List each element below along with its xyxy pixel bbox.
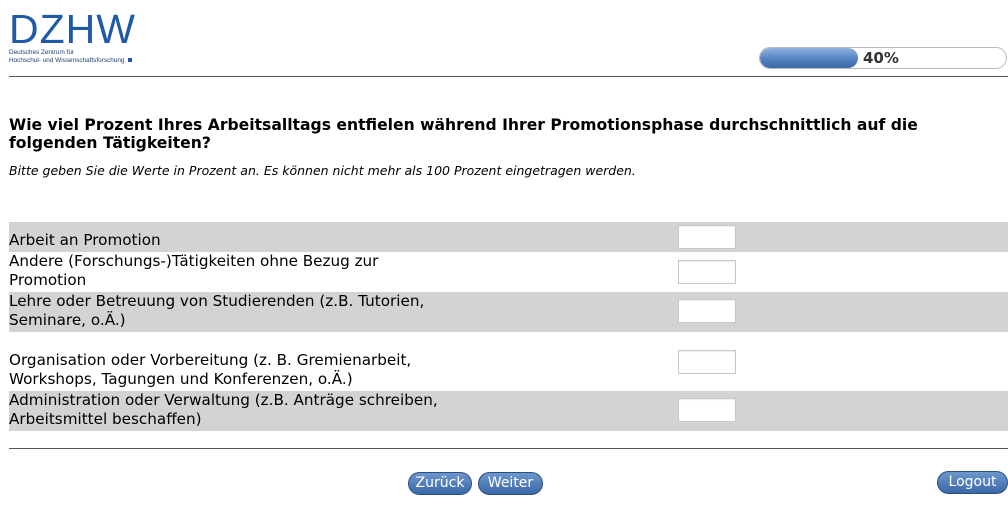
- back-button[interactable]: Zurück: [408, 472, 472, 495]
- item-label: Arbeit an Promotion: [9, 231, 161, 249]
- percent-input-organisation[interactable]: [678, 350, 736, 374]
- item-row: Lehre oder Betreuung von Studierenden (z…: [9, 292, 1008, 332]
- item-label: Andere (Forschungs-)Tätigkeiten ohne Bez…: [9, 252, 379, 289]
- percent-input-administration[interactable]: [678, 398, 736, 422]
- item-grid: Arbeit an Promotion Andere (Forschungs-)…: [9, 222, 1008, 431]
- item-row: Administration oder Verwaltung (z.B. Ant…: [9, 391, 1008, 431]
- progress-fill: [760, 48, 858, 68]
- item-row: Arbeit an Promotion: [9, 222, 1008, 252]
- logo-subline-2-text: Hochschul- und Wissenschaftsforschung: [9, 57, 125, 64]
- progress-label: 40%: [863, 49, 899, 67]
- item-label: Administration oder Verwaltung (z.B. Ant…: [9, 391, 438, 428]
- percent-input-other-research[interactable]: [678, 260, 736, 284]
- next-button[interactable]: Weiter: [478, 472, 543, 495]
- percent-input-teaching[interactable]: [678, 299, 736, 323]
- item-row: Organisation oder Vorbereitung (z. B. Gr…: [9, 332, 1008, 391]
- logo-square-icon: [128, 58, 133, 63]
- footer-divider: [9, 448, 1008, 449]
- logo-subline-2: Hochschul- und Wissenschaftsforschung: [9, 57, 144, 65]
- item-label: Organisation oder Vorbereitung (z. B. Gr…: [9, 351, 412, 388]
- logout-button[interactable]: Logout: [937, 471, 1008, 494]
- percent-input-promotion[interactable]: [678, 225, 736, 249]
- item-label: Lehre oder Betreuung von Studierenden (z…: [9, 292, 425, 329]
- header-divider: [9, 76, 1008, 77]
- question-text: Wie viel Prozent Ihres Arbeitsalltags en…: [9, 116, 918, 152]
- page-header: DZHW Deutsches Zentrum für Hochschul- un…: [0, 0, 1008, 78]
- item-row: Andere (Forschungs-)Tätigkeiten ohne Bez…: [9, 252, 1008, 292]
- logo-mark: DZHW: [9, 6, 136, 52]
- question-instruction: Bitte geben Sie die Werte in Prozent an.…: [9, 163, 636, 178]
- dzhw-logo: DZHW Deutsches Zentrum für Hochschul- un…: [9, 9, 144, 69]
- progress-bar: 40%: [759, 47, 1007, 69]
